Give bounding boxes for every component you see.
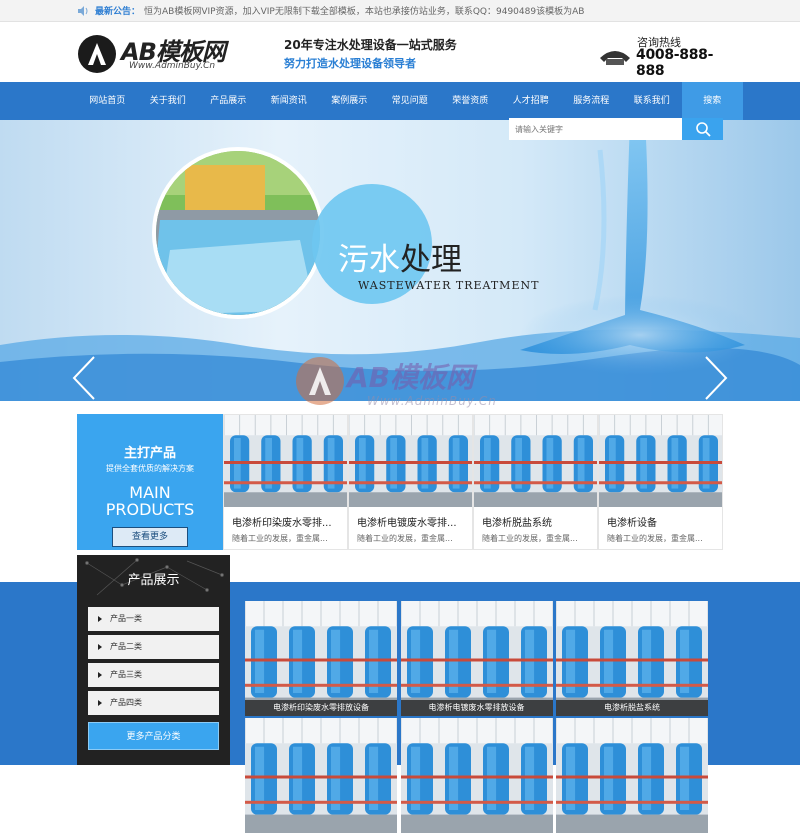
featured-card-desc: 随着工业的发展，重金属... <box>232 534 328 543</box>
category-item[interactable]: 产品四类 <box>88 691 219 715</box>
nav-item[interactable]: 产品展示 <box>198 82 259 120</box>
more-categories-button[interactable]: 更多产品分类 <box>88 722 219 750</box>
view-more-button[interactable]: 查看更多 <box>112 527 188 547</box>
banner-title-a: 污水 <box>338 242 400 278</box>
arrow-right-icon <box>98 699 102 706</box>
banner-prev-arrow-icon[interactable] <box>70 355 98 401</box>
main-products-en-1: MAIN <box>129 483 171 502</box>
nav-item[interactable]: 搜索 <box>682 82 743 120</box>
equipment-photo <box>556 718 708 833</box>
featured-card-desc: 随着工业的发展，重金属... <box>482 534 578 543</box>
product-item[interactable] <box>556 718 708 833</box>
watermark-text: AB模板网 <box>347 361 475 394</box>
notice-bar: 最新公告： 恒为AB模板网VIP资源，加入VIP无限制下载全部模板，本站也承接仿… <box>0 0 800 22</box>
arrow-right-icon <box>98 671 102 678</box>
product-caption[interactable]: 电渗析印染废水零排放设备 <box>245 700 397 716</box>
phone-icon <box>600 51 630 65</box>
sidebar-title: 产品展示 <box>127 573 180 588</box>
search-input[interactable] <box>509 118 682 140</box>
category-label: 产品四类 <box>110 698 142 707</box>
nav-item[interactable]: 人才招聘 <box>501 82 562 120</box>
featured-card-desc: 随着工业的发展，重金属... <box>357 534 453 543</box>
search-box <box>509 118 723 140</box>
equipment-photo <box>400 601 553 716</box>
search-button[interactable] <box>682 118 723 140</box>
featured-card[interactable]: 电渗析脱盐系统随着工业的发展，重金属... <box>473 414 598 550</box>
product-caption[interactable]: 电渗析电镀废水零排放设备 <box>400 700 553 716</box>
nav-item[interactable]: 关于我们 <box>138 82 199 120</box>
nav-item[interactable]: 新闻资讯 <box>259 82 320 120</box>
featured-card-title[interactable]: 电渗析印染废水零排... <box>232 514 347 529</box>
category-item[interactable]: 产品三类 <box>88 663 219 687</box>
featured-card[interactable]: 电渗析印染废水零排... 随着工业的发展，重金属... <box>223 414 348 550</box>
banner-subtitle: WASTEWATER TREATMENT <box>358 279 540 292</box>
notice-text[interactable]: 恒为AB模板网VIP资源，加入VIP无限制下载全部模板，本站也承接仿站业务，联系… <box>144 4 584 17</box>
category-label: 产品三类 <box>110 670 142 679</box>
product-item[interactable]: 电渗析电镀废水零排放设备 <box>400 601 553 716</box>
main-nav: 网站首页 关于我们 产品展示 新闻资讯 案例展示 常见问题 荣誉资质 人才招聘 服务流程 联系我们… <box>0 82 800 120</box>
notice-label: 最新公告： <box>95 7 141 17</box>
nav-item[interactable]: 荣誉资质 <box>440 82 501 120</box>
banner-title-b: 处理 <box>400 242 462 278</box>
main-products-subtitle: 提供全套优质的解决方案 <box>106 464 194 473</box>
equipment-photo <box>474 415 597 507</box>
logo-mark-icon <box>78 35 116 73</box>
featured-card-title[interactable]: 电渗析脱盐系统 <box>482 514 597 529</box>
featured-card-title[interactable]: 电渗析设备 <box>607 514 722 529</box>
product-item[interactable]: 电渗析脱盐系统 <box>556 601 708 716</box>
category-label: 产品一类 <box>110 614 142 623</box>
watermark: AB模板网 Www.AdminBuy.Cn <box>295 352 545 422</box>
nav-item[interactable]: 案例展示 <box>319 82 380 120</box>
banner-next-arrow-icon[interactable] <box>702 355 730 401</box>
header: AB模板网 Www.AdminBuy.Cn 20年专注水处理设备一站式服务 努力… <box>0 22 800 82</box>
nav-item[interactable]: 常见问题 <box>380 82 441 120</box>
slogan: 20年专注水处理设备一站式服务 努力打造水处理设备领导者 <box>284 36 457 71</box>
product-caption[interactable]: 电渗析脱盐系统 <box>556 700 708 716</box>
product-grid: 电渗析印染废水零排放设备 电渗析电镀废水零排放设备 电渗析脱盐系统 <box>245 601 708 833</box>
category-item[interactable]: 产品二类 <box>88 635 219 659</box>
watermark-logo-icon <box>296 357 344 405</box>
hotline: 咨询热线 4008-888-888 <box>596 34 726 79</box>
equipment-photo <box>349 415 472 507</box>
featured-card[interactable]: 电渗析设备随着工业的发展，重金属... <box>598 414 723 550</box>
search-icon <box>695 122 711 137</box>
watermark-url: Www.AdminBuy.Cn <box>367 394 497 408</box>
main-products-title: 主打产品 <box>123 446 176 461</box>
speaker-icon <box>78 5 88 16</box>
equipment-photo <box>245 718 397 833</box>
equipment-photo <box>245 601 397 716</box>
equipment-photo <box>556 601 708 716</box>
nav-item[interactable]: 联系我们 <box>622 82 683 120</box>
featured-card[interactable]: 电渗析电镀废水零排... 随着工业的发展，重金属... <box>348 414 473 550</box>
category-list: 产品一类产品二类产品三类产品四类 <box>88 607 219 719</box>
product-sidebar: 产品展示 产品一类产品二类产品三类产品四类 更多产品分类 <box>77 555 230 765</box>
equipment-photo <box>400 718 553 833</box>
slogan-sub: 努力打造水处理设备领导者 <box>284 57 416 70</box>
featured-products: 电渗析印染废水零排... 随着工业的发展，重金属... 电渗析电镀废水零排... 随着… <box>223 414 723 550</box>
arrow-right-icon <box>98 615 102 622</box>
site-logo[interactable]: AB模板网 Www.AdminBuy.Cn <box>77 32 237 77</box>
main-products-panel: 主打产品 提供全套优质的解决方案 MAIN PRODUCTS 查看更多 <box>77 414 223 550</box>
nav-list: 网站首页 关于我们 产品展示 新闻资讯 案例展示 常见问题 荣誉资质 人才招聘 服务流程 联系我们… <box>77 82 743 120</box>
equipment-photo <box>599 415 722 507</box>
featured-card-desc: 随着工业的发展，重金属... <box>607 534 703 543</box>
category-item[interactable]: 产品一类 <box>88 607 219 631</box>
logo-url: Www.AdminBuy.Cn <box>129 61 216 71</box>
banner-title: 污水处理 <box>338 234 462 279</box>
main-products-en-2: PRODUCTS <box>105 500 195 519</box>
nav-item[interactable]: 服务流程 <box>561 82 622 120</box>
nav-item[interactable]: 网站首页 <box>77 82 138 120</box>
category-label: 产品二类 <box>110 642 142 651</box>
hotline-number: 4008-888-888 <box>636 47 714 79</box>
product-item[interactable] <box>245 718 397 833</box>
featured-card-title[interactable]: 电渗析电镀废水零排... <box>357 514 472 529</box>
equipment-photo <box>224 415 347 507</box>
slogan-main: 20年专注水处理设备一站式服务 <box>284 38 457 52</box>
product-item[interactable] <box>400 718 553 833</box>
arrow-right-icon <box>98 643 102 650</box>
product-item[interactable]: 电渗析印染废水零排放设备 <box>245 601 397 716</box>
